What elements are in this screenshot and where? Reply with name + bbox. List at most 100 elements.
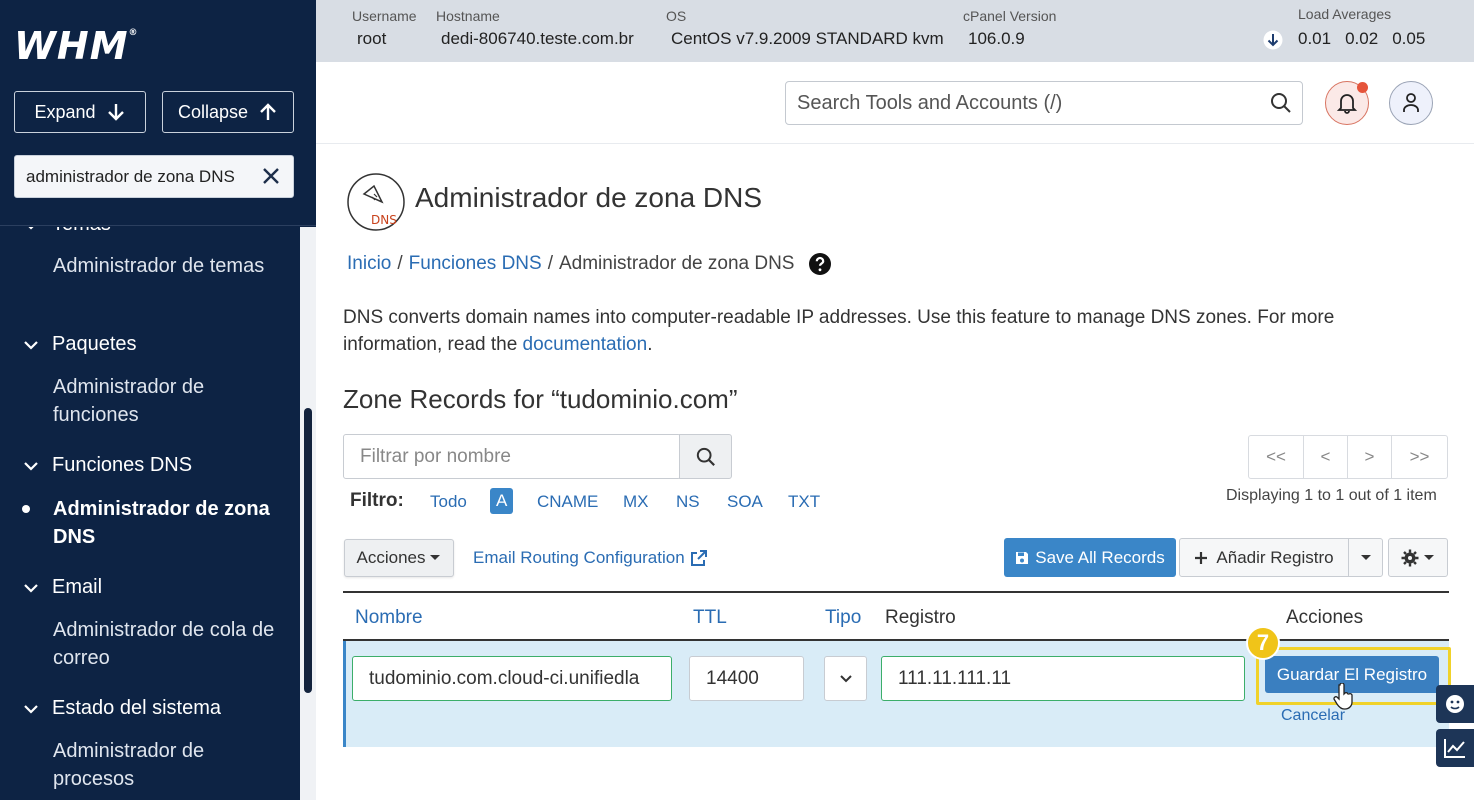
arrow-down-circle-icon bbox=[1263, 30, 1283, 50]
filter-type-txt[interactable]: TXT bbox=[788, 492, 820, 512]
sidebar-item-administrador-de-temas[interactable]: Administrador de temas bbox=[53, 252, 283, 280]
user-menu-button[interactable] bbox=[1389, 81, 1433, 125]
description-text: DNS converts domain names into computer-… bbox=[343, 307, 1335, 355]
next-page-button[interactable]: > bbox=[1348, 436, 1392, 478]
filter-type-soa[interactable]: SOA bbox=[727, 492, 763, 512]
chevron-down-icon bbox=[24, 340, 38, 350]
notifications-button[interactable] bbox=[1325, 81, 1369, 125]
search-tools-input[interactable]: Search Tools and Accounts (/) bbox=[785, 81, 1303, 125]
chart-line-icon bbox=[1444, 739, 1465, 758]
filter-type-ns[interactable]: NS bbox=[676, 492, 700, 512]
caret-down-icon bbox=[1360, 554, 1371, 560]
hostname-label: Hostname bbox=[436, 8, 500, 24]
breadcrumb-inicio[interactable]: Inicio bbox=[347, 253, 391, 275]
user-icon bbox=[1403, 93, 1419, 112]
load-2: 0.02 bbox=[1345, 29, 1379, 48]
record-value-input[interactable]: 111.11.111.11 bbox=[881, 656, 1245, 701]
sidebar-category-label: Temas bbox=[52, 227, 111, 236]
sidebar-item-administrador-de-cola-de-correo[interactable]: Administrador de cola de correo bbox=[53, 616, 283, 672]
record-type-select[interactable] bbox=[824, 656, 867, 701]
column-nombre[interactable]: Nombre bbox=[355, 607, 423, 629]
add-record-button[interactable]: Añadir Registro bbox=[1179, 538, 1349, 577]
filter-type-cname[interactable]: CNAME bbox=[537, 492, 598, 512]
plus-icon bbox=[1195, 551, 1208, 564]
expand-button[interactable]: Expand bbox=[14, 91, 146, 133]
prev-page-button[interactable]: < bbox=[1304, 436, 1348, 478]
load-3: 0.05 bbox=[1392, 29, 1426, 48]
sidebar-category-funciones-dns[interactable]: Funciones DNS bbox=[22, 454, 192, 477]
record-ttl-input[interactable]: 14400 bbox=[689, 656, 804, 701]
sidebar-category-temas[interactable]: Temas bbox=[22, 227, 111, 236]
load-averages-info: Load Averages 0.01 0.02 0.05 bbox=[1298, 6, 1425, 49]
load-averages-label: Load Averages bbox=[1298, 6, 1392, 22]
external-link-icon bbox=[690, 550, 707, 566]
sidebar-category-estado-del-sistema[interactable]: Estado del sistema bbox=[22, 697, 221, 720]
floppy-disk-icon bbox=[1016, 551, 1029, 564]
displaying-count: Displaying 1 to 1 out of 1 item bbox=[1226, 487, 1437, 504]
cpanel-version-value: 106.0.9 bbox=[968, 29, 1025, 48]
sidebar-search-value: administrador de zona DNS bbox=[26, 166, 235, 186]
search-icon[interactable] bbox=[1270, 92, 1292, 114]
sidebar-item-administrador-de-funciones[interactable]: Administrador de funciones bbox=[53, 373, 283, 429]
main-content: DNS Administrador de zona DNS Inicio / F… bbox=[316, 144, 1474, 800]
breadcrumb-separator: / bbox=[397, 253, 403, 274]
zone-records-title: Zone Records for “tudominio.com” bbox=[343, 384, 738, 414]
collapse-button[interactable]: Collapse bbox=[162, 91, 294, 133]
sidebar-search-input[interactable]: administrador de zona DNS bbox=[14, 155, 294, 198]
email-routing-link[interactable]: Email Routing Configuration bbox=[473, 548, 707, 568]
documentation-link[interactable]: documentation bbox=[523, 334, 648, 355]
load-averages-values: 0.01 0.02 0.05 bbox=[1298, 29, 1425, 49]
save-all-label: Save All Records bbox=[1035, 547, 1165, 567]
chevron-down-icon bbox=[28, 227, 34, 230]
clear-search-icon[interactable] bbox=[259, 164, 283, 188]
add-record-label: Añadir Registro bbox=[1216, 547, 1334, 567]
feedback-widget[interactable] bbox=[1436, 685, 1474, 723]
table-row: tudominio.com.cloud-ci.unifiedla 14400 1… bbox=[343, 626, 1451, 747]
column-tipo[interactable]: Tipo bbox=[825, 607, 861, 629]
acciones-dropdown-button[interactable]: Acciones bbox=[344, 539, 454, 577]
bell-icon bbox=[1337, 94, 1357, 114]
pagination: << < > >> bbox=[1248, 435, 1448, 479]
page-title: Administrador de zona DNS bbox=[415, 182, 763, 213]
os-info: OS CentOS v7.9.2009 STANDARD kvm bbox=[666, 8, 944, 49]
page-description: DNS converts domain names into computer-… bbox=[343, 304, 1403, 358]
breadcrumb-funciones-dns[interactable]: Funciones DNS bbox=[409, 253, 542, 275]
add-record-dropdown-toggle[interactable] bbox=[1348, 538, 1383, 577]
first-page-button[interactable]: << bbox=[1249, 436, 1304, 478]
username-info: Username root bbox=[352, 8, 417, 49]
email-routing-label: Email Routing Configuration bbox=[473, 548, 685, 567]
description-end: . bbox=[647, 334, 653, 355]
sidebar-scrollbar-thumb[interactable] bbox=[304, 408, 312, 693]
column-registro: Registro bbox=[885, 607, 956, 628]
sidebar-category-email[interactable]: Email bbox=[22, 576, 102, 599]
settings-dropdown-button[interactable] bbox=[1388, 538, 1448, 577]
sidebar-category-label: Email bbox=[52, 576, 103, 598]
hostname-info: Hostname dedi-806740.teste.com.br bbox=[436, 8, 634, 49]
username-label: Username bbox=[352, 8, 417, 24]
sidebar-item-administrador-de-zona-dns[interactable]: Administrador de zona DNS bbox=[53, 495, 283, 551]
sidebar-category-label: Estado del sistema bbox=[52, 697, 221, 719]
whm-logo[interactable]: WHM® bbox=[14, 24, 139, 68]
cpanel-version-info: cPanel Version 106.0.9 bbox=[963, 8, 1056, 49]
filter-by-name-input[interactable]: Filtrar por nombre bbox=[343, 434, 681, 479]
gear-icon bbox=[1401, 549, 1419, 566]
record-name-input[interactable]: tudominio.com.cloud-ci.unifiedla bbox=[352, 656, 672, 701]
cpanel-version-label: cPanel Version bbox=[963, 8, 1057, 24]
notification-dot bbox=[1357, 82, 1368, 93]
analytics-widget[interactable] bbox=[1436, 729, 1474, 767]
acciones-label: Acciones bbox=[356, 548, 426, 567]
filter-type-a[interactable]: A bbox=[490, 488, 514, 514]
last-page-button[interactable]: >> bbox=[1392, 436, 1447, 478]
help-icon[interactable] bbox=[808, 252, 832, 276]
sidebar-item-administrador-de-procesos[interactable]: Administrador de procesos bbox=[53, 737, 283, 793]
column-ttl[interactable]: TTL bbox=[693, 607, 727, 629]
filter-search-button[interactable] bbox=[679, 434, 732, 479]
sidebar-category-paquetes[interactable]: Paquetes bbox=[22, 333, 137, 356]
filter-type-todo[interactable]: Todo bbox=[430, 492, 467, 512]
logo-reg: ® bbox=[128, 28, 139, 38]
save-all-records-button[interactable]: Save All Records bbox=[1004, 538, 1176, 577]
dns-zone-icon: DNS bbox=[347, 173, 405, 231]
search-placeholder: Search Tools and Accounts (/) bbox=[797, 91, 1063, 114]
search-icon bbox=[696, 447, 715, 466]
filter-type-mx[interactable]: MX bbox=[623, 492, 649, 512]
